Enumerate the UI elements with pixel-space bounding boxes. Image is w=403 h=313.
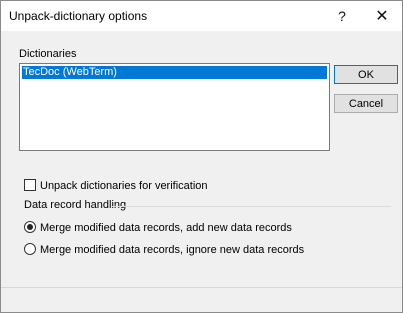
- bottom-divider: [1, 287, 402, 288]
- radio-selected-dot: [27, 224, 33, 230]
- radio-ignore-new-records-label[interactable]: Merge modified data records, ignore new …: [40, 244, 304, 256]
- unpack-verification-label[interactable]: Unpack dictionaries for verification: [40, 180, 208, 192]
- close-button[interactable]: ✕: [362, 1, 402, 31]
- dialog-window: Unpack-dictionary options ? ✕ Dictionari…: [0, 0, 403, 313]
- title-bar: Unpack-dictionary options ? ✕: [1, 1, 402, 31]
- list-item[interactable]: TecDoc (WebTerm): [22, 66, 327, 79]
- window-title: Unpack-dictionary options: [9, 9, 148, 23]
- close-icon: ✕: [375, 8, 389, 25]
- help-icon: ?: [338, 8, 346, 24]
- radio-ignore-new-records[interactable]: [24, 243, 36, 255]
- data-record-handling-group-title: Data record handling: [24, 199, 127, 211]
- dictionaries-label: Dictionaries: [19, 48, 77, 60]
- help-button[interactable]: ?: [322, 1, 362, 31]
- cancel-button[interactable]: Cancel: [334, 94, 398, 113]
- ok-button[interactable]: OK: [334, 65, 398, 84]
- group-divider: [111, 206, 391, 207]
- dictionaries-listbox[interactable]: TecDoc (WebTerm): [19, 63, 330, 151]
- unpack-verification-checkbox[interactable]: [24, 179, 36, 191]
- radio-add-new-records[interactable]: [24, 221, 36, 233]
- radio-add-new-records-label[interactable]: Merge modified data records, add new dat…: [40, 222, 292, 234]
